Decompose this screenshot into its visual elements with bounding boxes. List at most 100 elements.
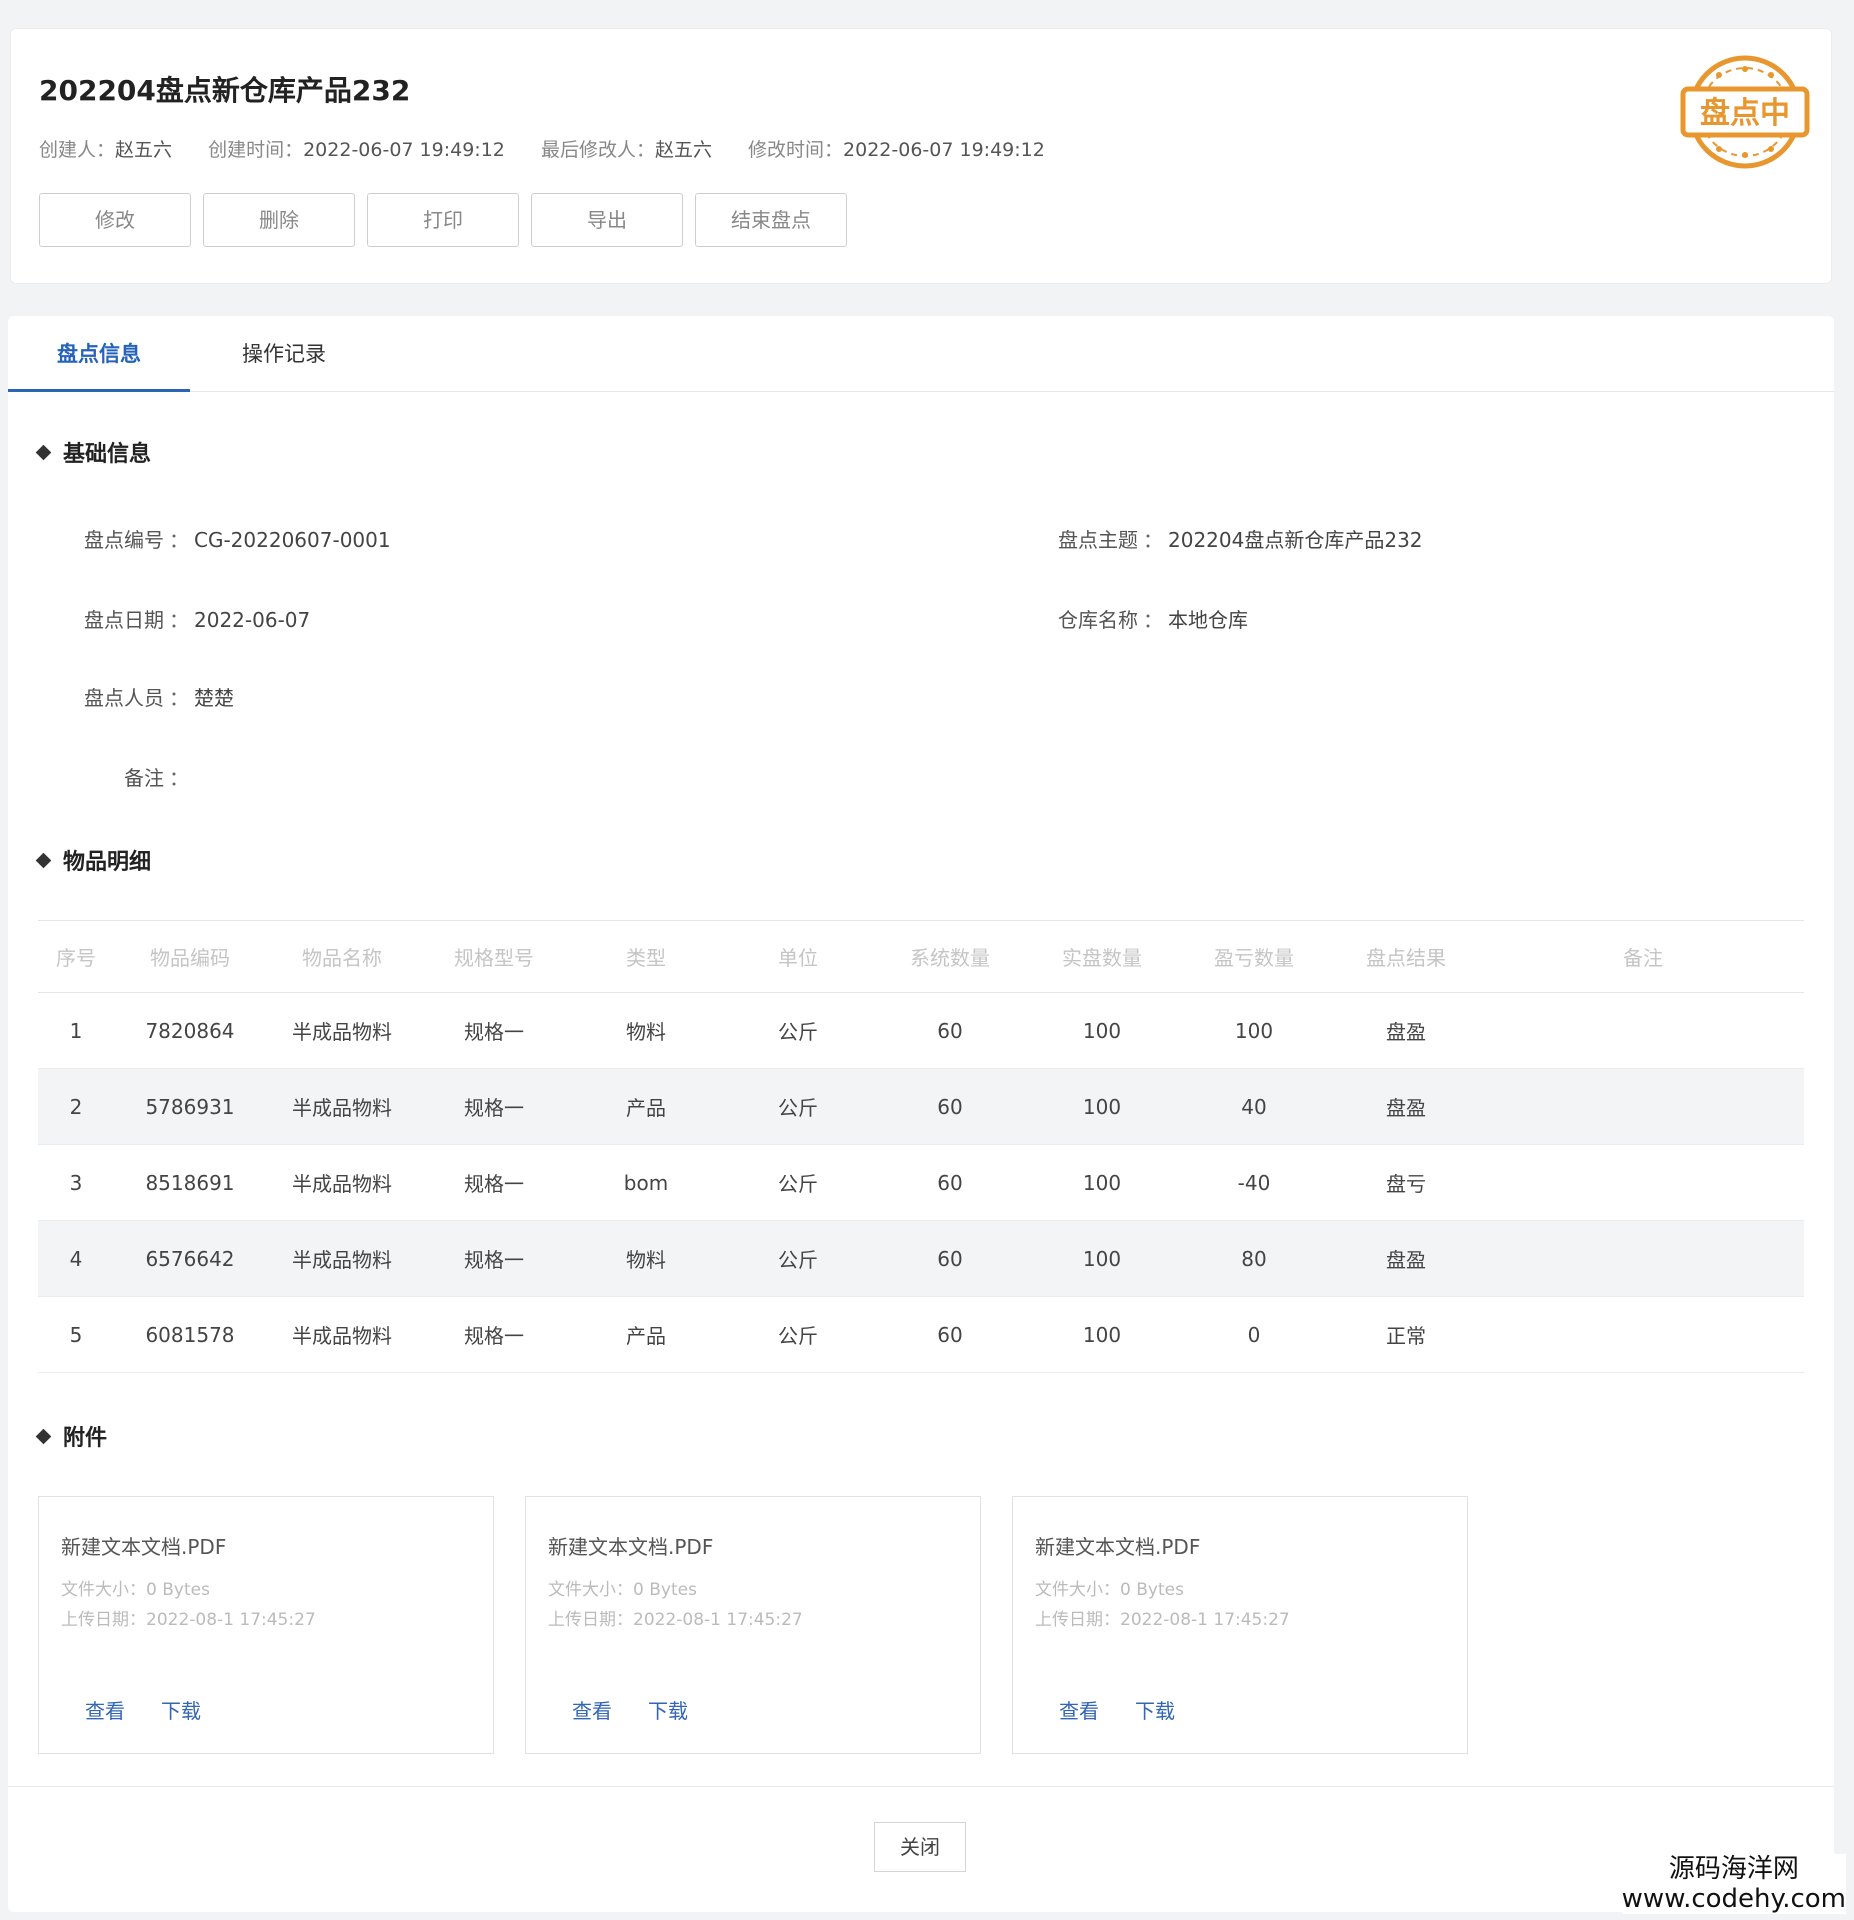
cell: 6576642 (114, 1220, 266, 1297)
export-button[interactable]: 导出 (531, 193, 683, 247)
cell: 公斤 (722, 1068, 874, 1145)
cell: 60 (874, 1068, 1026, 1145)
cell (1482, 1068, 1804, 1145)
footer-divider (8, 1786, 1834, 1787)
field-staff: 盘点人员：楚楚 (84, 686, 234, 710)
table-row: 5 6081578 半成品物料 规格一 产品 公斤 60 100 0 正常 (38, 1296, 1804, 1373)
cell: 公斤 (722, 1144, 874, 1221)
cell: 物料 (570, 1220, 722, 1297)
cell (1482, 1144, 1804, 1221)
diamond-icon (35, 1428, 52, 1445)
col-header: 盘点结果 (1330, 920, 1482, 993)
stamp-text: 盘点中 (1700, 96, 1790, 131)
cell: 8518691 (114, 1144, 266, 1221)
cell (1482, 1296, 1804, 1373)
download-link[interactable]: 下载 (648, 1695, 688, 1724)
attachment-size: 文件大小：0 Bytes (548, 1580, 697, 1600)
cell: 1 (38, 992, 114, 1069)
page-title: 202204盘点新仓库产品232 (39, 74, 411, 107)
diamond-icon (35, 852, 52, 869)
cell: 100 (1026, 1220, 1178, 1297)
created-time-meta: 创建时间：2022-06-07 19:49:12 (208, 139, 505, 161)
tab-operation-log[interactable]: 操作记录 (204, 316, 364, 392)
cell: 规格一 (418, 1144, 570, 1221)
cell: 公斤 (722, 992, 874, 1069)
cell: 产品 (570, 1296, 722, 1373)
watermark: 源码海洋网 www.codehy.com (1621, 1854, 1846, 1914)
cell: 100 (1026, 1296, 1178, 1373)
field-remark: 备注： (124, 766, 189, 790)
cell: 半成品物料 (266, 1068, 418, 1145)
tab-stocktake-info[interactable]: 盘点信息 (8, 316, 190, 392)
cell: 60 (874, 1296, 1026, 1373)
end-stocktake-button[interactable]: 结束盘点 (695, 193, 847, 247)
cell: bom (570, 1144, 722, 1221)
col-header: 备注 (1482, 920, 1804, 993)
table-row: 1 7820864 半成品物料 规格一 物料 公斤 60 100 100 盘盈 (38, 992, 1804, 1069)
cell: 公斤 (722, 1220, 874, 1297)
download-link[interactable]: 下载 (161, 1695, 201, 1724)
section-basic-info: 基础信息 (35, 436, 151, 468)
cell (1482, 1220, 1804, 1297)
cell: -40 (1178, 1144, 1330, 1221)
download-link[interactable]: 下载 (1135, 1695, 1175, 1724)
cell: 80 (1178, 1220, 1330, 1297)
cell: 3 (38, 1144, 114, 1221)
cell: 60 (874, 1220, 1026, 1297)
cell: 规格一 (418, 1296, 570, 1373)
meta-row: 创建人：赵五六 创建时间：2022-06-07 19:49:12 最后修改人：赵… (39, 135, 1075, 162)
cell: 盘盈 (1330, 1220, 1482, 1297)
table-header-row: 序号 物品编码 物品名称 规格型号 类型 单位 系统数量 实盘数量 盈亏数量 盘… (38, 920, 1804, 993)
cell: 40 (1178, 1068, 1330, 1145)
col-header: 系统数量 (874, 920, 1026, 993)
field-date: 盘点日期： 2022-06-07 (84, 608, 311, 632)
table-row: 2 5786931 半成品物料 规格一 产品 公斤 60 100 40 盘盈 (38, 1068, 1804, 1145)
col-header: 实盘数量 (1026, 920, 1178, 993)
cell: 盘盈 (1330, 1068, 1482, 1145)
modifier-meta: 最后修改人：赵五六 (540, 139, 712, 161)
attachment-size: 文件大小：0 Bytes (61, 1580, 210, 1600)
cell: 7820864 (114, 992, 266, 1069)
cell: 公斤 (722, 1296, 874, 1373)
cell: 100 (1026, 1144, 1178, 1221)
cell: 半成品物料 (266, 1144, 418, 1221)
status-stamp: 盘点中 (1680, 55, 1810, 169)
main-card: 盘点信息 操作记录 基础信息 盘点编号： CG-20220607-0001 盘点主… (8, 316, 1834, 1912)
print-button[interactable]: 打印 (367, 193, 519, 247)
cell: 0 (1178, 1296, 1330, 1373)
field-code: 盘点编号： CG-20220607-0001 (84, 528, 391, 552)
attachment-name: 新建文本文档.PDF (548, 1535, 714, 1559)
cell: 盘盈 (1330, 992, 1482, 1069)
action-buttons: 修改 删除 打印 导出 结束盘点 (39, 193, 859, 247)
table-row: 3 8518691 半成品物料 规格一 bom 公斤 60 100 -40 盘亏 (38, 1144, 1804, 1221)
cell: 100 (1178, 992, 1330, 1069)
close-button[interactable]: 关闭 (874, 1822, 966, 1872)
cell: 2 (38, 1068, 114, 1145)
cell: 产品 (570, 1068, 722, 1145)
tab-bar: 盘点信息 操作记录 (8, 316, 1834, 392)
attachment-date: 上传日期：2022-08-1 17:45:27 (61, 1610, 316, 1630)
cell: 半成品物料 (266, 992, 418, 1069)
col-header: 物品名称 (266, 920, 418, 993)
cell: 100 (1026, 992, 1178, 1069)
cell: 60 (874, 992, 1026, 1069)
attachment-date: 上传日期：2022-08-1 17:45:27 (1035, 1610, 1290, 1630)
diamond-icon (35, 444, 52, 461)
col-header: 序号 (38, 920, 114, 993)
view-link[interactable]: 查看 (85, 1695, 125, 1724)
header-card: 202204盘点新仓库产品232 创建人：赵五六 创建时间：2022-06-07… (10, 28, 1832, 284)
view-link[interactable]: 查看 (1059, 1695, 1099, 1724)
cell: 规格一 (418, 1220, 570, 1297)
delete-button[interactable]: 删除 (203, 193, 355, 247)
field-subject: 盘点主题： 202204盘点新仓库产品232 (1058, 528, 1423, 552)
attachment-date: 上传日期：2022-08-1 17:45:27 (548, 1610, 803, 1630)
edit-button[interactable]: 修改 (39, 193, 191, 247)
creator-meta: 创建人：赵五六 (39, 139, 173, 161)
col-header: 物品编码 (114, 920, 266, 993)
table-row: 4 6576642 半成品物料 规格一 物料 公斤 60 100 80 盘盈 (38, 1220, 1804, 1297)
col-header: 类型 (570, 920, 722, 993)
cell: 5786931 (114, 1068, 266, 1145)
attachment-size: 文件大小：0 Bytes (1035, 1580, 1184, 1600)
attachment-card: 新建文本文档.PDF 文件大小：0 Bytes 上传日期：2022-08-1 1… (525, 1496, 981, 1754)
view-link[interactable]: 查看 (572, 1695, 612, 1724)
